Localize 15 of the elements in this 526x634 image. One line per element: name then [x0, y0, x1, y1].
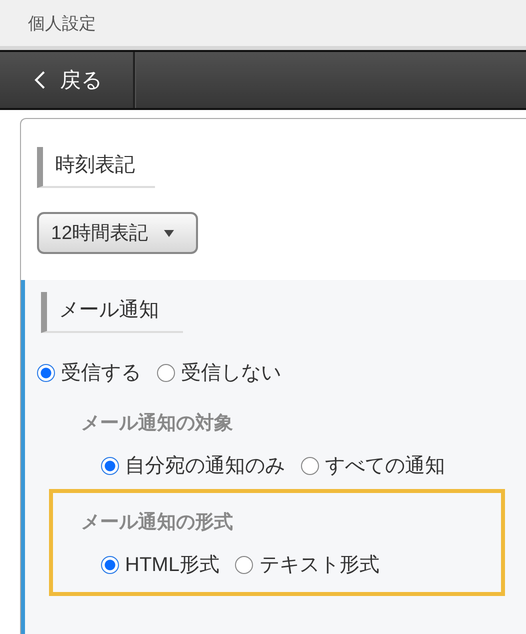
- chevron-left-icon: [34, 70, 46, 90]
- time-format-dropdown[interactable]: 12時間表記: [37, 212, 198, 254]
- subsection-heading: メール通知の形式: [81, 510, 234, 535]
- radio-option[interactable]: テキスト形式: [235, 551, 380, 578]
- caret-icon: [164, 230, 174, 236]
- radio-option[interactable]: 受信する: [37, 359, 141, 386]
- radio-option[interactable]: 自分宛の通知のみ: [101, 452, 285, 479]
- back-button[interactable]: 戻る: [0, 52, 135, 108]
- radio-option[interactable]: HTML形式: [101, 551, 220, 578]
- page-title: 個人設定: [28, 12, 96, 34]
- subsection-heading: メール通知の対象: [81, 412, 234, 436]
- section-heading: 時刻表記: [37, 147, 155, 188]
- radio-option[interactable]: 受信しない: [157, 359, 281, 386]
- radio-option[interactable]: すべての通知: [301, 452, 445, 479]
- section-heading: メール通知: [41, 292, 183, 333]
